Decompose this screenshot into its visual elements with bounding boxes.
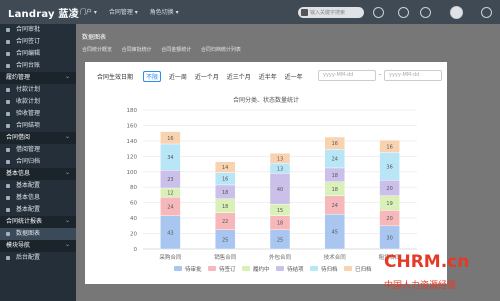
bar-value-label: 13 [277,156,283,162]
chart-modal: 合同生效日期 不限 近一周 近一个月 近三个月 近半年 近一年 yyyy-MM-… [85,62,447,284]
app-logo[interactable]: Landray 蓝凌 [8,5,79,20]
y-tick-label: 0 [134,247,138,253]
y-tick-label: 40 [130,216,137,222]
top-nav: 门户 ▾ 合同管理 ▾ 角色切换 ▾ [80,7,189,16]
report-tabs: 合同统计概览 合同审批统计 合同金额统计 合同归档统计列表 [82,46,249,53]
sidebar-group-18[interactable]: 模块导航 [0,239,76,252]
bar-value-label: 18 [332,173,338,179]
x-tick-label: 销售合同 [214,253,237,261]
x-tick-label: 外包合同 [269,253,292,261]
sidebar: 合同审批合同签订合同编辑合同台账履约管理付款计划收款计划验收管理合同结项合同借阅… [0,24,76,301]
bar-value-label: 16 [386,144,392,150]
bar-value-label: 18 [277,221,283,227]
bar-value-label: 16 [167,136,173,142]
page-title: 数据图表 [82,34,107,41]
search-input[interactable]: 输入关键字搜索 [298,7,364,18]
tab-archive-list[interactable]: 合同归档统计列表 [201,47,241,53]
bar-value-label: 24 [167,205,173,211]
bar-value-label: 36 [386,164,392,170]
nav-contract-management[interactable]: 合同管理 ▾ [109,9,138,16]
y-tick-label: 100 [127,170,138,176]
search-placeholder: 输入关键字搜索 [310,10,346,16]
legend-label[interactable]: 履约中 [253,265,270,273]
y-tick-label: 120 [127,154,138,160]
watermark: CHRM.cn 中国人力资源经理 [384,252,498,298]
legend-label[interactable]: 待结项 [287,265,304,273]
tab-approval-stats[interactable]: 合同审批统计 [122,47,152,53]
bar-value-label: 15 [277,208,283,214]
bar-value-label: 23 [167,177,173,183]
sidebar-item-1[interactable]: 合同签订 [0,36,76,48]
sidebar-item-2[interactable]: 合同编辑 [0,48,76,60]
bar-value-label: 18 [222,190,228,196]
sidebar-group-12[interactable]: 基本信息 [0,167,76,180]
refresh-icon[interactable] [420,7,431,18]
legend-swatch[interactable] [174,266,182,271]
sidebar-item-0[interactable]: 合同审批 [0,24,76,36]
legend-swatch[interactable] [242,266,250,271]
y-tick-label: 160 [127,123,138,129]
bar-value-label: 14 [222,165,228,171]
nav-portal[interactable]: 门户 ▾ [80,9,97,16]
top-bar: Landray 蓝凌 门户 ▾ 合同管理 ▾ 角色切换 ▾ 输入关键字搜索 [0,0,500,24]
y-tick-label: 180 [127,108,138,114]
avatar[interactable] [450,6,463,19]
x-tick-label: 技术合同 [324,253,347,261]
watermark-logo: CHRM.cn [384,252,470,272]
legend-label[interactable]: 待归档 [321,265,338,273]
y-tick-label: 20 [130,232,137,238]
bar-value-label: 19 [386,201,392,207]
legend-label[interactable]: 待签订 [219,265,236,273]
sidebar-item-5[interactable]: 付款计划 [0,84,76,96]
bar-value-label: 16 [332,141,338,147]
tab-amount-stats[interactable]: 合同金额统计 [161,47,191,53]
x-tick-label: 采购合同 [159,253,182,261]
sidebar-group-4[interactable]: 履约管理 [0,71,76,84]
legend-label[interactable]: 待审批 [185,265,202,273]
bar-value-label: 20 [386,186,392,192]
bar-value-label: 24 [332,157,338,163]
bar-value-label: 20 [386,216,392,222]
sidebar-item-13[interactable]: 基本配置 [0,180,76,192]
sidebar-item-6[interactable]: 收款计划 [0,96,76,108]
search-button-icon[interactable] [373,7,384,18]
home-icon[interactable] [398,7,409,18]
bar-value-label: 18 [222,204,228,210]
stacked-bar-chart: 0 20 40 60 80 100 120 140 160 180 43 24 12 23 34 16 采购合同… [127,108,417,273]
bar-value-label: 18 [332,187,338,193]
tab-overview[interactable]: 合同统计概览 [82,47,112,53]
legend-swatch[interactable] [208,266,216,271]
bar-value-label: 16 [222,177,228,183]
legend-swatch[interactable] [344,266,352,271]
sidebar-item-10[interactable]: 借阅管理 [0,144,76,156]
legend-label[interactable]: 已归档 [355,265,372,273]
bar-value-label: 25 [277,237,283,243]
sidebar-item-7[interactable]: 验收管理 [0,108,76,120]
sidebar-group-9[interactable]: 合同借阅 [0,131,76,144]
bar-value-label: 25 [222,237,228,243]
legend-swatch[interactable] [310,266,318,271]
bar-value-label: 34 [167,155,173,161]
sidebar-item-19[interactable]: 后台配置 [0,252,76,264]
bar-value-label: 22 [222,219,228,225]
sidebar-group-16[interactable]: 合同统计报表 [0,215,76,228]
watermark-subtitle: 中国人力资源经理 [384,281,457,291]
bar-value-label: 24 [332,203,338,209]
bar-value-label: 40 [277,187,283,193]
y-tick-label: 140 [127,139,138,145]
y-tick-label: 80 [130,185,137,191]
sidebar-item-14[interactable]: 基本信息 [0,192,76,204]
legend-swatch[interactable] [276,266,284,271]
nav-role-switch[interactable]: 角色切换 ▾ [150,9,179,16]
bar-value-label: 30 [386,235,392,241]
bar-value-label: 12 [167,191,173,197]
y-tick-label: 60 [130,201,137,207]
search-scope-icon[interactable] [301,9,308,16]
bar-value-label: 45 [332,230,338,236]
more-icon[interactable] [481,7,492,18]
bar-value-label: 43 [167,230,173,236]
bar-value-label: 13 [277,166,283,172]
